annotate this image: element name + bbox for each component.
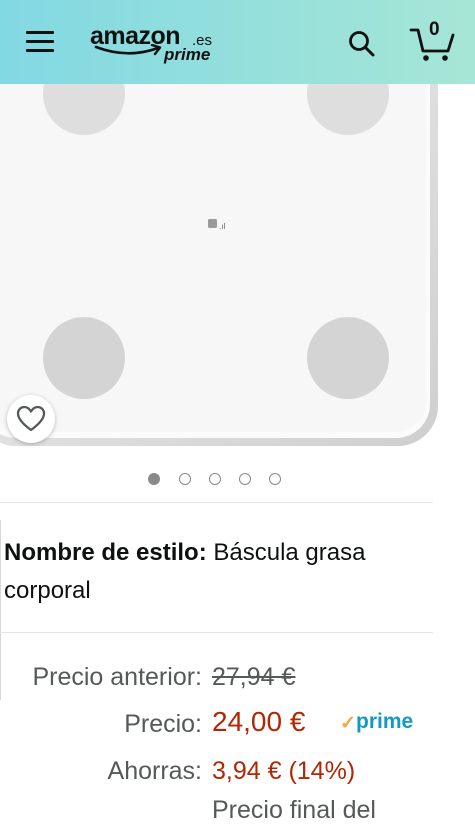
hamburger-menu-icon[interactable] [26,31,56,55]
price-label: Precio: [124,710,202,738]
section-divider [0,502,433,503]
savings-row: Ahorras: 3,94 € (14%) [0,757,475,791]
wishlist-button[interactable] [7,395,55,443]
price-value: 24,00 € [212,706,306,737]
logo-prime-text: prime [164,45,211,64]
previous-price-row: Precio anterior: 27,94 € [0,663,475,697]
top-header: amazon .es prime 0 [0,0,475,84]
svg-text:.ıl: .ıl [219,222,225,231]
carousel-dot-2[interactable] [179,473,191,485]
previous-price-label: Precio anterior: [32,663,202,691]
savings-label: Ahorras: [107,757,202,785]
heart-outline-icon [16,405,46,432]
amazon-logo[interactable]: amazon .es prime [90,22,230,68]
carousel-dot-3[interactable] [209,473,221,485]
carousel-dot-1[interactable] [148,473,160,485]
cart-count: 0 [429,19,440,40]
section-divider [0,632,433,633]
search-icon[interactable] [346,28,378,60]
prime-label: prime [356,710,414,733]
carousel-dot-5[interactable] [269,473,281,485]
style-name: Nombre de estilo: Báscula grasa corporal [4,534,444,610]
final-price-label-partial: Precio final del [212,796,376,824]
cart-button[interactable]: 0 [408,18,456,64]
logo-smile-arrow-icon [94,44,162,56]
product-image[interactable]: .ıl [0,84,475,464]
prime-check-icon: ✓ [340,713,356,734]
prime-badge: ✓ prime [340,710,420,736]
previous-price-value: 27,94 € [212,663,296,691]
style-label: Nombre de estilo: [4,539,207,566]
savings-value: 3,94 € (14%) [212,757,356,785]
carousel-dot-4[interactable] [239,473,251,485]
